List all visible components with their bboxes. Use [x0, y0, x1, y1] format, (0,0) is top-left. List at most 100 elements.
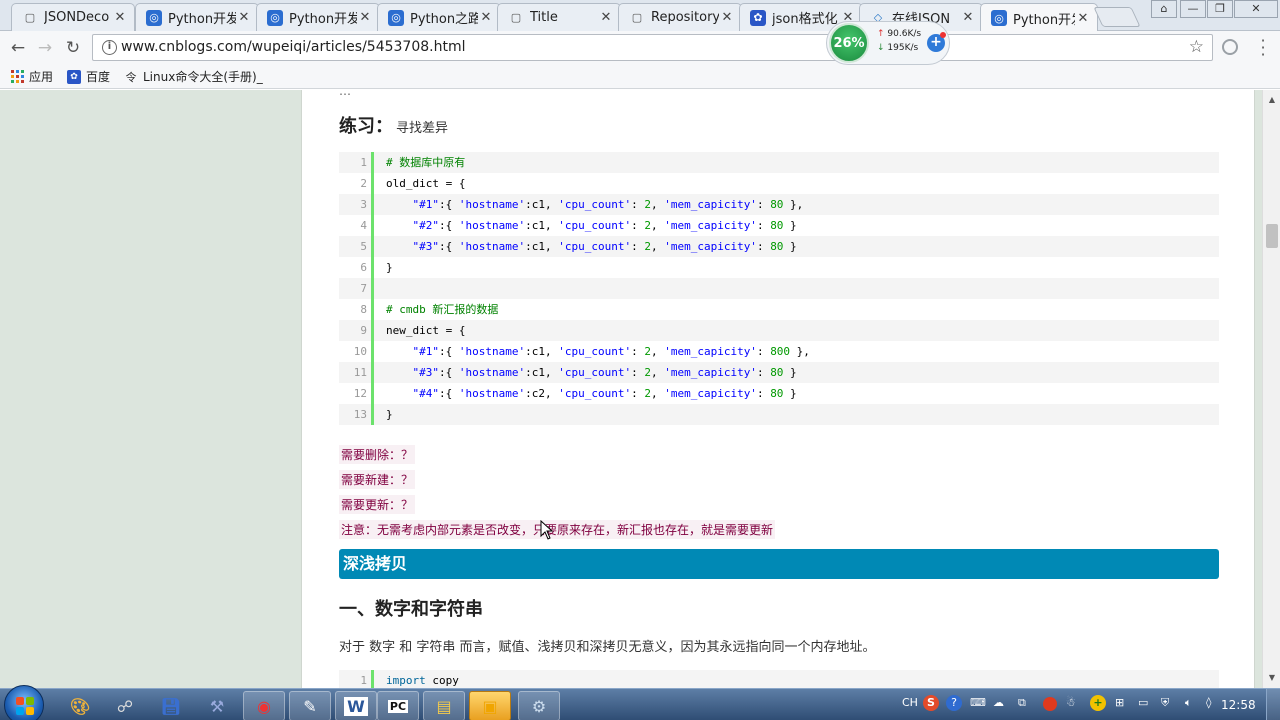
taskbar-app-button[interactable]: ▤	[423, 691, 465, 720]
tab-close-icon[interactable]: ✕	[960, 10, 976, 25]
taskbar-app-button[interactable]: ▣	[469, 691, 511, 720]
close-window-button[interactable]: ✕	[1234, 0, 1278, 18]
code-gutter-bar	[371, 670, 374, 688]
browser-tab[interactable]: ◎ Python开发✕	[256, 3, 380, 31]
sogou-ime-icon[interactable]: S	[923, 695, 939, 711]
browser-tab[interactable]: ▢ Repository ✕	[618, 3, 742, 31]
question-delete: 需要删除：？	[339, 445, 416, 464]
code-line: 3 "#1":{ 'hostname':c1, 'cpu_count': 2, …	[339, 194, 1219, 215]
code-line: 2 old_dict = {	[339, 173, 1219, 194]
line-number: 5	[360, 240, 367, 253]
network-speed-widget[interactable]: 26% ↑ 90.6K/s ↓ 195K/s +	[826, 21, 950, 65]
info-icon[interactable]: i	[102, 40, 117, 55]
tab-close-icon[interactable]: ✕	[598, 10, 614, 25]
qq-penguin-icon[interactable]: ☃	[1066, 696, 1076, 709]
tab-close-icon[interactable]: ✕	[236, 10, 252, 25]
tab-close-icon[interactable]: ✕	[112, 10, 128, 25]
code-text: "#1":{ 'hostname':c1, 'cpu_count': 2, 'm…	[412, 198, 804, 211]
display-icon[interactable]: ▭	[1138, 696, 1148, 709]
code-line: 12 "#4":{ 'hostname':c2, 'cpu_count': 2,…	[339, 383, 1219, 404]
bookmark-apps[interactable]: 应用	[10, 68, 53, 85]
browser-tab[interactable]: ◎ Python开发✕	[980, 3, 1098, 32]
menu-dots-icon[interactable]: · · ·	[1256, 33, 1270, 63]
bookmark-label: 百度	[86, 70, 111, 84]
forward-arrow-icon[interactable]: →	[34, 37, 56, 59]
device-icon[interactable]: ⊞	[1115, 696, 1124, 709]
keyboard-icon[interactable]: ⌨	[970, 696, 986, 709]
minimize-button[interactable]: —	[1180, 0, 1206, 18]
back-arrow-icon[interactable]: ←	[7, 37, 29, 59]
mouse-cursor-icon	[540, 520, 554, 540]
taskbar-clock[interactable]: 12:58	[1221, 698, 1256, 712]
line-number: 11	[353, 366, 367, 379]
exercise-heading: 练习： 寻找差异	[339, 112, 448, 138]
code-line: 1 # 数据库中原有	[339, 152, 1219, 173]
line-number: 13	[353, 408, 367, 421]
code-block-import: 1 import copy	[339, 670, 1219, 688]
bookmark-label: Linux命令大全(手册)_	[143, 70, 263, 84]
paint-icon: 🎨︎	[69, 696, 91, 716]
note-text: 注意：无需考虑内部元素是否改变，只要原来存在，新汇报也存在，就是需要更新	[339, 520, 776, 539]
code-line: 7	[339, 278, 1219, 299]
taskbar-app-button[interactable]: ⚒	[196, 691, 238, 720]
line-number: 9	[360, 324, 367, 337]
tray-expand-icon[interactable]: ◊	[1206, 696, 1211, 709]
taskbar-app-button[interactable]: W	[335, 691, 377, 720]
new-tab-button[interactable]	[1093, 7, 1141, 27]
help-icon[interactable]: ?	[946, 695, 962, 711]
input-language-indicator[interactable]: CH	[902, 696, 918, 709]
tab-close-icon[interactable]: ✕	[478, 10, 494, 25]
taskbar-app-button[interactable]: ✎	[289, 691, 331, 720]
browser-tab[interactable]: ◎ Python开发✕	[135, 3, 259, 31]
start-button[interactable]	[4, 685, 44, 720]
code-gutter-bar	[371, 152, 374, 173]
record-icon[interactable]	[1043, 697, 1057, 711]
vertical-scrollbar[interactable]: ▲ ▼	[1262, 90, 1280, 688]
address-bar[interactable]: i www.cnblogs.com/wupeiqi/articles/54537…	[92, 34, 1213, 61]
bookmark-linux[interactable]: 令 Linux命令大全(手册)_	[124, 68, 263, 85]
browser-tab[interactable]: ◎ Python之路 ✕	[377, 3, 501, 31]
taskbar-app-button[interactable]: PC	[377, 691, 419, 720]
section-bar-heading: 深浅拷贝	[339, 549, 1219, 579]
tab-title: JSONDeco	[44, 10, 110, 25]
tab-close-icon[interactable]: ✕	[357, 10, 373, 25]
weather-icon[interactable]: ☁	[993, 696, 1004, 709]
scroll-up-arrow-icon[interactable]: ▲	[1263, 92, 1280, 108]
add-plus-tray-icon[interactable]: +	[1090, 695, 1106, 711]
scroll-down-arrow-icon[interactable]: ▼	[1263, 670, 1280, 686]
taskbar-app-button[interactable]: 💾︎	[150, 691, 192, 720]
scroll-thumb[interactable]	[1266, 224, 1278, 248]
network-icon: ☍	[116, 696, 134, 716]
user-profile-icon[interactable]: ⌂	[1151, 0, 1177, 18]
show-desktop-button[interactable]	[1266, 689, 1280, 720]
exercise-title: 练习：	[339, 116, 393, 137]
code-text: new_dict = {	[386, 324, 466, 337]
settings-app-icon: ⚙	[531, 696, 547, 716]
browser-tab[interactable]: ▢ JSONDeco ✕	[11, 3, 135, 31]
browser-tab[interactable]: ▢ Title ✕	[497, 3, 621, 31]
maximize-button[interactable]: ❐	[1207, 0, 1233, 18]
line-number: 12	[353, 387, 367, 400]
taskbar-app-button[interactable]: ◉	[243, 691, 285, 720]
tab-strip: ▢ JSONDeco ✕ ◎ Python开发 ✕ ◎ Python开发 ✕ ◎ Python之路 ✕…	[0, 0, 1280, 32]
net-percent-ball[interactable]: 26%	[829, 23, 869, 63]
tab-close-icon[interactable]: ✕	[719, 10, 735, 25]
windows-taskbar: 🎨︎ ☍ 💾︎ ⚒ ◉ ✎ W PC ▤ ▣ ⚙ CH S ? ⌨ ☁ ⧉ ☃ + ⊞ ▭ ⛨ 🔈︎…	[0, 685, 1280, 720]
bookmark-star-icon[interactable]: ☆	[1189, 37, 1204, 57]
security-shield-icon[interactable]: ⛨	[1161, 696, 1169, 710]
taskbar-app-button[interactable]: 🎨︎	[59, 691, 101, 720]
speaker-volume-icon[interactable]: 🔈︎	[1185, 696, 1192, 710]
taskbar-app-button[interactable]: ⚙	[518, 691, 560, 720]
url-text[interactable]: www.cnblogs.com/wupeiqi/articles/5453708…	[121, 39, 466, 55]
sticky-note-icon: ▣	[482, 696, 498, 716]
taskbar-app-button[interactable]: ☍	[104, 691, 146, 720]
apps-grid-icon	[10, 70, 24, 84]
code-text: # 数据库中原有	[386, 156, 466, 169]
tab-close-icon[interactable]: ✕	[1075, 11, 1091, 26]
code-gutter-bar	[371, 341, 374, 362]
network-tray-icon[interactable]: ⧉	[1018, 696, 1026, 710]
reload-icon[interactable]: ↻	[62, 37, 84, 59]
word-icon: W	[344, 696, 368, 716]
extension-circle-icon[interactable]	[1222, 39, 1238, 55]
bookmark-baidu[interactable]: ✿ 百度	[67, 68, 110, 85]
